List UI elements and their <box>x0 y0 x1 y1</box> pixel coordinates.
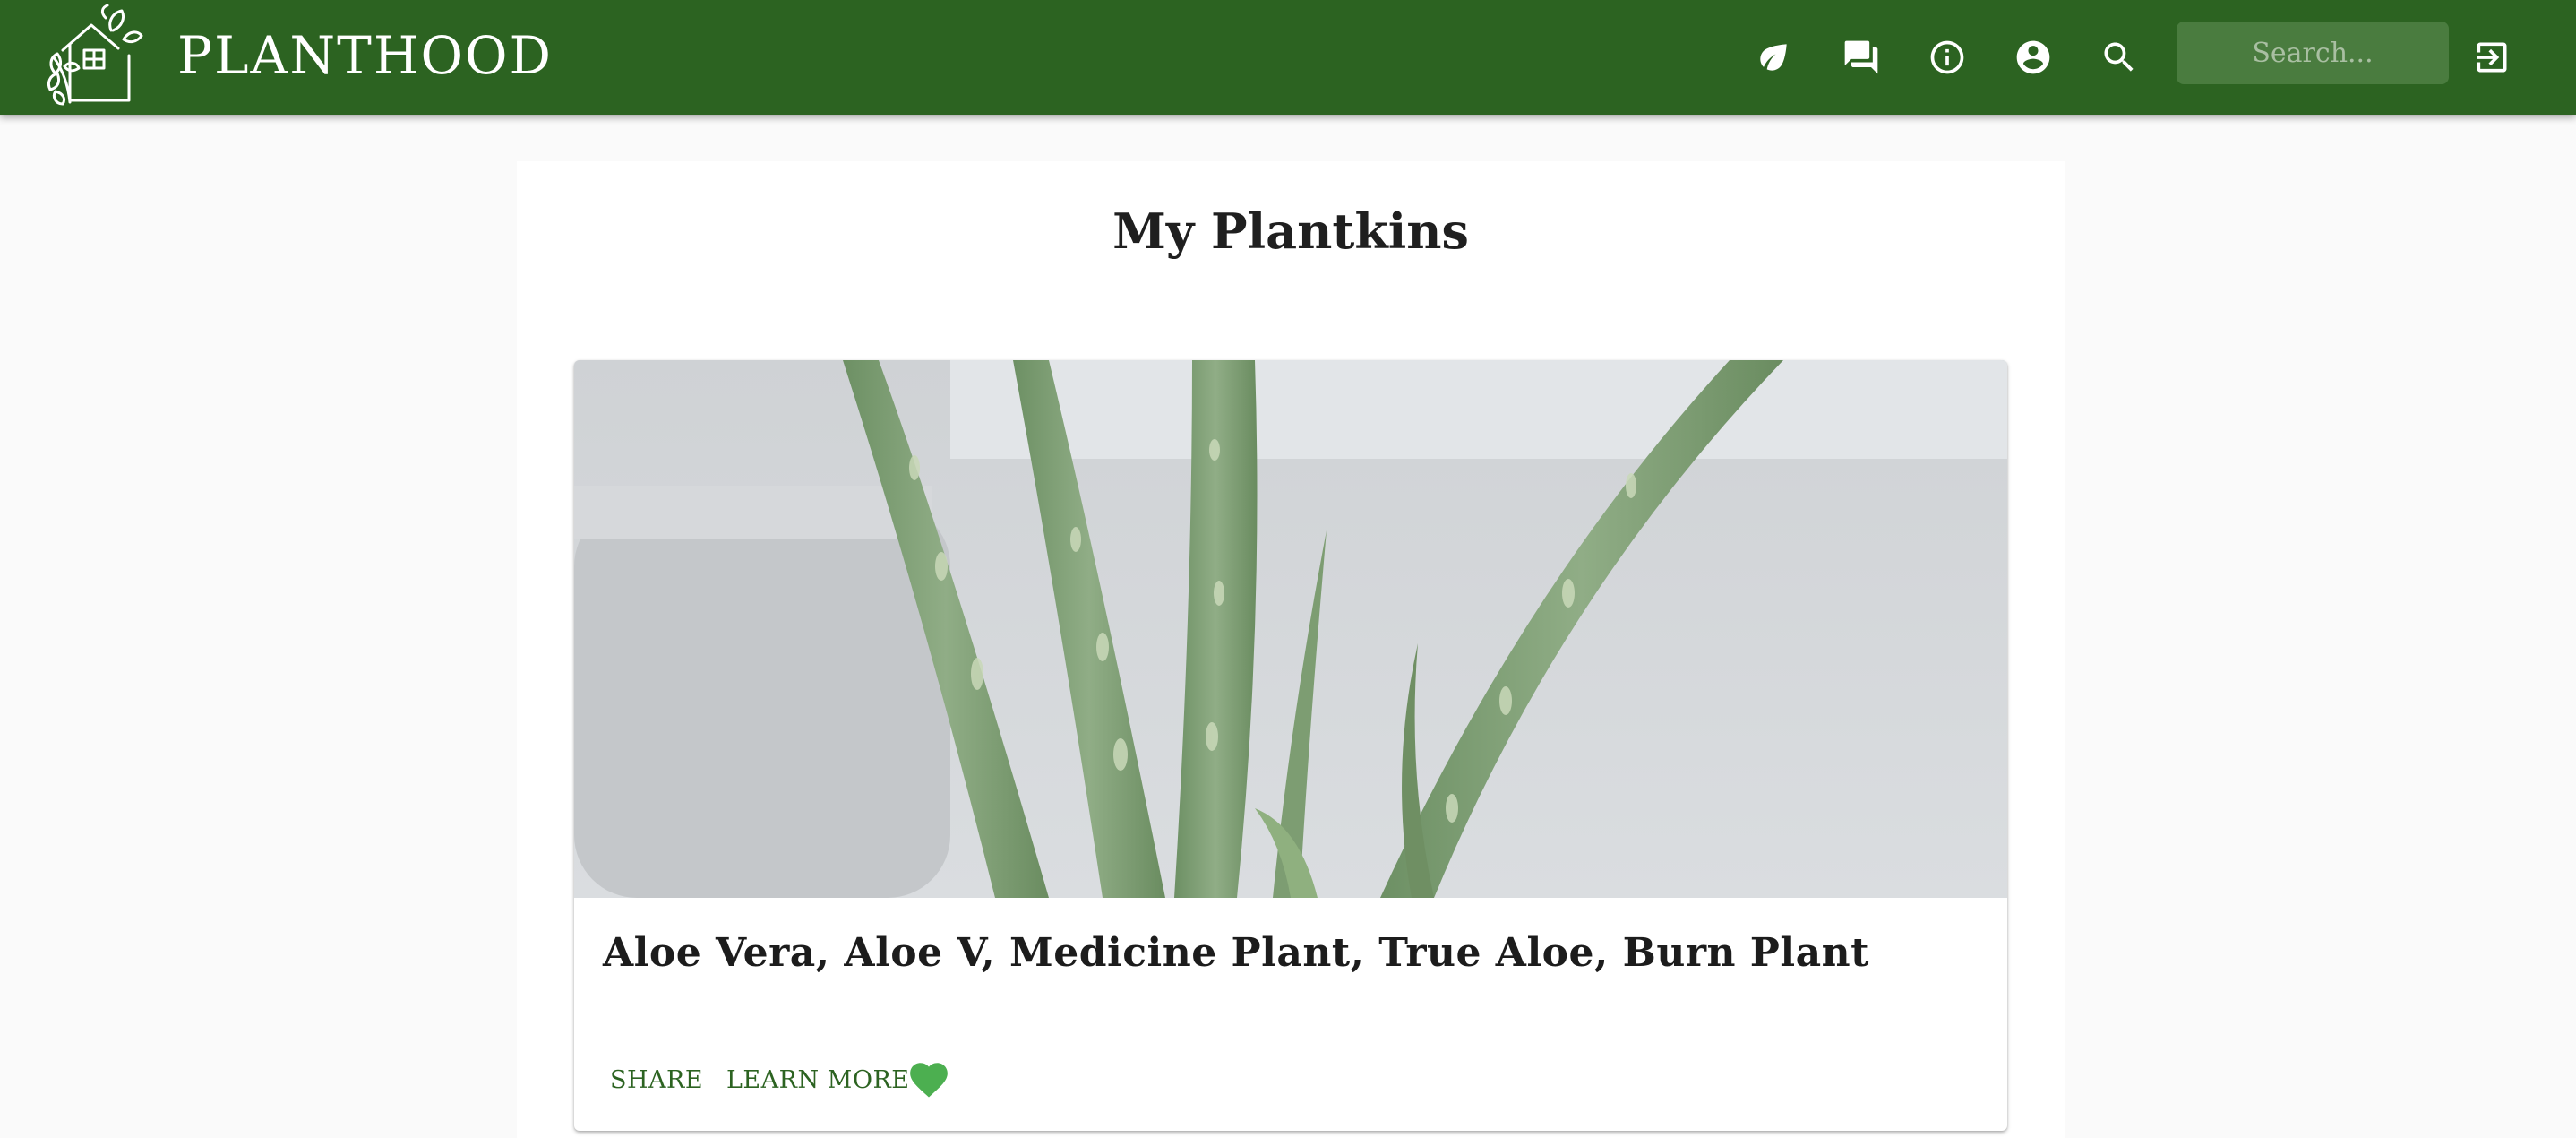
search-icon <box>2104 42 2134 72</box>
forum-icon <box>1844 40 1878 74</box>
planthood-logo[interactable] <box>43 4 143 111</box>
share-button[interactable]: SHARE <box>610 1063 703 1099</box>
plant-card[interactable]: Aloe Vera, Aloe V, Medicine Plant, True … <box>574 360 2007 1131</box>
info-nav-button[interactable] <box>1913 23 1981 91</box>
main-panel: My Plantkins Aloe Vera, Aloe V, Medicine… <box>517 161 2065 1138</box>
search-box[interactable] <box>2177 22 2449 84</box>
logout-icon <box>2477 42 2507 73</box>
leaf-icon <box>1760 44 1787 71</box>
app-bar: PLANTHOOD <box>0 0 2576 115</box>
plant-image <box>574 360 2007 898</box>
plant-card-title: Aloe Vera, Aloe V, Medicine Plant, True … <box>603 930 1869 976</box>
info-icon <box>1930 40 1964 74</box>
brand-name[interactable]: PLANTHOOD <box>177 20 553 91</box>
favorite-button[interactable] <box>906 1057 952 1102</box>
search-input[interactable] <box>2177 22 2449 84</box>
forum-nav-button[interactable] <box>1827 23 1895 91</box>
leaf-nav-button[interactable] <box>1739 23 1807 91</box>
heart-icon <box>910 1063 948 1098</box>
learn-more-button[interactable]: LEARN MORE <box>726 1063 910 1099</box>
search-nav-button[interactable] <box>2085 23 2153 91</box>
account-nav-button[interactable] <box>1999 23 2067 91</box>
logout-button[interactable] <box>2458 23 2526 91</box>
page-title: My Plantkins <box>1112 203 1469 260</box>
account-circle-icon <box>2016 40 2050 74</box>
